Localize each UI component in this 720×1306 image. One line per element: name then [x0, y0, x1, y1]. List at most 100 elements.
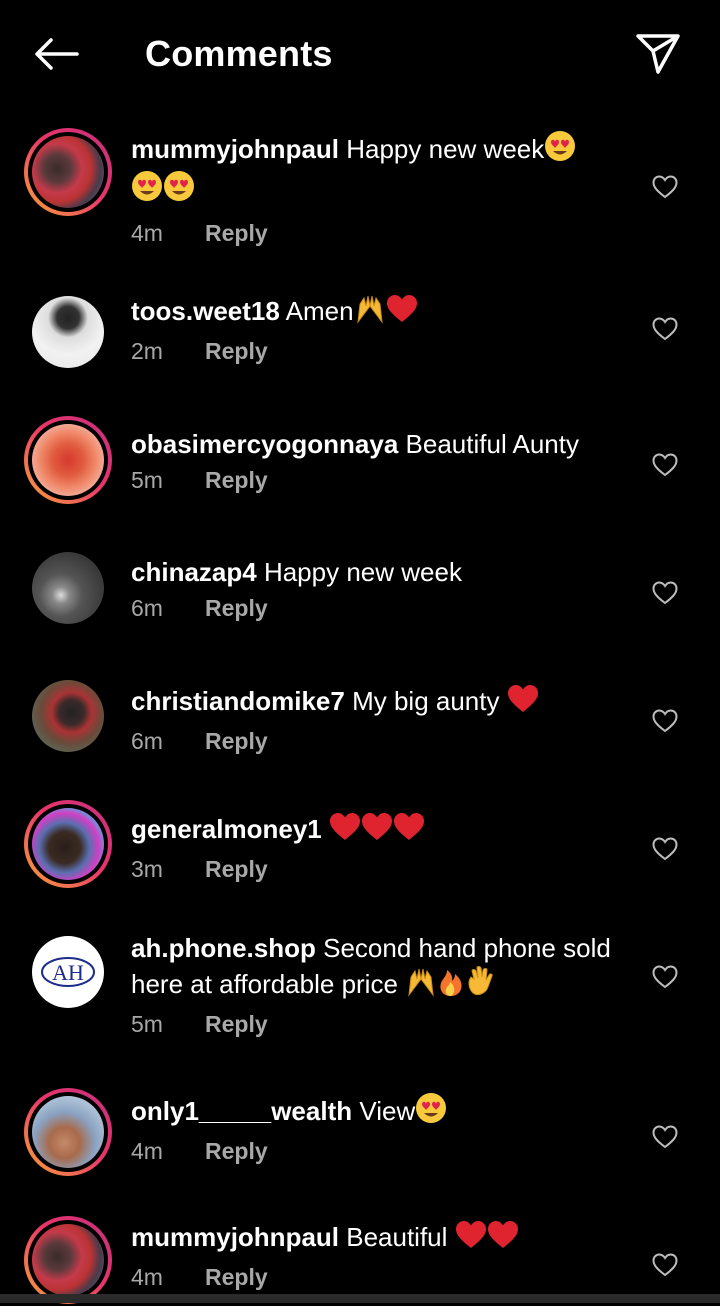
share-button[interactable] [632, 28, 684, 80]
reply-button[interactable]: Reply [205, 220, 268, 247]
comment-meta: 6m Reply [131, 595, 611, 622]
heart-eyes-emoji-icon [544, 130, 576, 170]
like-button[interactable] [650, 706, 680, 736]
avatar-wrapper[interactable] [24, 288, 112, 376]
comment-text: generalmoney1 [131, 812, 611, 850]
comment-meta: 3m Reply [131, 856, 611, 883]
comment-timestamp: 4m [131, 220, 163, 246]
red-heart-emoji-icon [361, 812, 393, 850]
avatar-wrapper[interactable] [24, 672, 112, 760]
comment-text: mummyjohnpaul Beautiful [131, 1220, 611, 1258]
reply-button[interactable]: Reply [205, 467, 268, 494]
comment-timestamp: 5m [131, 1011, 163, 1037]
reply-button[interactable]: Reply [205, 595, 268, 622]
comment-meta: 4m Reply [131, 220, 611, 247]
comment-item: obasimercyogonnaya Beautiful Aunty 5m Re… [0, 416, 720, 516]
comment-timestamp: 4m [131, 1138, 163, 1164]
comment-item: AH ah.phone.shop Second hand phone sold … [0, 928, 720, 1058]
comment-body: Happy new week [339, 134, 545, 164]
comment-body: Beautiful Aunty [398, 429, 579, 459]
comment-meta: 5m Reply [131, 1011, 611, 1038]
comment-item: only1_____wealth View 4m Reply [0, 1088, 720, 1188]
avatar: AH [32, 936, 104, 1008]
comment-username[interactable]: chinazap4 [131, 557, 257, 587]
comment-username[interactable]: ah.phone.shop [131, 933, 316, 963]
like-button[interactable] [650, 578, 680, 608]
avatar [32, 136, 104, 208]
heart-outline-icon [652, 837, 678, 861]
comment-timestamp: 2m [131, 338, 163, 364]
back-button[interactable] [28, 30, 84, 78]
like-button[interactable] [650, 450, 680, 480]
comment-text: toos.weet18 Amen [131, 292, 611, 332]
avatar-wrapper[interactable]: AH [24, 928, 112, 1016]
comment-item: christiandomike7 My big aunty 6m Reply [0, 672, 720, 772]
reply-button[interactable]: Reply [205, 1264, 268, 1291]
heart-outline-icon [652, 175, 678, 199]
reply-button[interactable]: Reply [205, 1011, 268, 1038]
comment-body [322, 814, 329, 844]
comment-timestamp: 3m [131, 856, 163, 882]
comment-item: mummyjohnpaul Beautiful 4m Reply [0, 1216, 720, 1306]
like-button[interactable] [650, 834, 680, 864]
avatar-story-ring[interactable] [24, 416, 112, 504]
like-button[interactable] [650, 1250, 680, 1280]
avatar [32, 808, 104, 880]
avatar-story-ring[interactable] [24, 1216, 112, 1304]
comment-text: chinazap4 Happy new week [131, 556, 611, 589]
like-button[interactable] [650, 962, 680, 992]
red-heart-emoji-icon [507, 684, 539, 722]
fire-emoji-icon [437, 965, 465, 1005]
like-button[interactable] [650, 314, 680, 344]
comment-item: toos.weet18 Amen 2m Reply [0, 288, 720, 388]
shop-logo-icon: AH [41, 957, 95, 987]
comment-username[interactable]: obasimercyogonnaya [131, 429, 398, 459]
raised-hands-emoji-icon [354, 292, 386, 332]
comment-username[interactable]: only1_____wealth [131, 1096, 352, 1126]
avatar [32, 1096, 104, 1168]
comment-timestamp: 4m [131, 1264, 163, 1290]
avatar-story-ring[interactable] [24, 800, 112, 888]
comment-username[interactable]: christiandomike7 [131, 686, 345, 716]
heart-outline-icon [652, 581, 678, 605]
page-title: Comments [145, 33, 333, 74]
comment-text: ah.phone.shop Second hand phone sold her… [131, 932, 611, 1005]
waving-hand-emoji-icon [465, 965, 497, 1005]
heart-outline-icon [652, 453, 678, 477]
reply-button[interactable]: Reply [205, 728, 268, 755]
red-heart-emoji-icon [487, 1220, 519, 1258]
back-arrow-icon [35, 38, 79, 70]
comment-username[interactable]: mummyjohnpaul [131, 1222, 339, 1252]
reply-button[interactable]: Reply [205, 856, 268, 883]
comment-username[interactable]: mummyjohnpaul [131, 134, 339, 164]
red-heart-emoji-icon [329, 812, 361, 850]
reply-button[interactable]: Reply [205, 1138, 268, 1165]
paper-plane-icon [636, 34, 680, 74]
comment-meta: 6m Reply [131, 728, 611, 755]
comment-timestamp: 6m [131, 595, 163, 621]
comment-username[interactable]: generalmoney1 [131, 814, 322, 844]
avatar-wrapper[interactable] [24, 544, 112, 632]
comment-username[interactable]: toos.weet18 [131, 296, 280, 326]
comment-body: Happy new week [256, 557, 462, 587]
reply-button[interactable]: Reply [205, 338, 268, 365]
like-button[interactable] [650, 1122, 680, 1152]
comment-item: chinazap4 Happy new week 6m Reply [0, 544, 720, 644]
heart-outline-icon [652, 1125, 678, 1149]
comment-body: Amen [279, 296, 354, 326]
heart-eyes-emoji-icon [131, 170, 163, 210]
comment-body: Beautiful [339, 1222, 455, 1252]
avatar-story-ring[interactable] [24, 1088, 112, 1176]
like-button[interactable] [650, 172, 680, 202]
comment-text: only1_____wealth View [131, 1092, 611, 1132]
heart-eyes-emoji-icon [163, 170, 195, 210]
heart-outline-icon [652, 1253, 678, 1277]
raised-hands-emoji-icon [405, 965, 437, 1005]
red-heart-emoji-icon [455, 1220, 487, 1258]
avatar-story-ring[interactable] [24, 128, 112, 216]
comment-item: mummyjohnpaul Happy new week 4m Reply [0, 128, 720, 258]
bottom-scroll-indicator [0, 1294, 720, 1303]
comment-body: My big aunty [344, 686, 507, 716]
svg-text:AH: AH [52, 960, 84, 985]
comment-meta: 5m Reply [131, 467, 611, 494]
